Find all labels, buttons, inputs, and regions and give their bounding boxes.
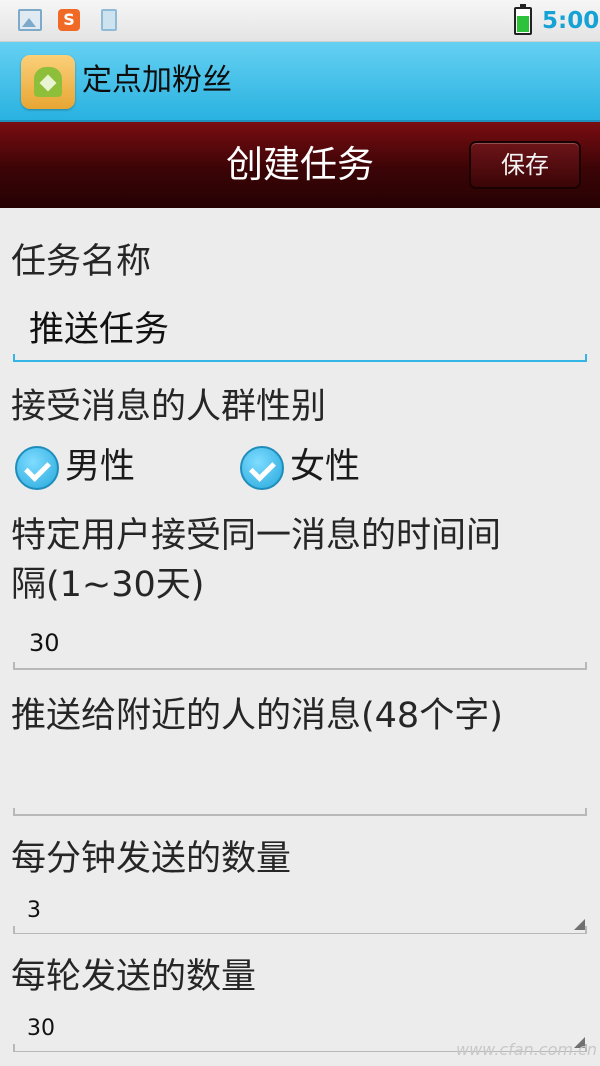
per-minute-value: 3 (27, 898, 41, 923)
per-minute-label: 每分钟发送的数量 (11, 839, 292, 879)
female-checkbox[interactable]: 女性 (240, 442, 420, 492)
checkbox-checked-icon (240, 446, 284, 490)
dropdown-corner-icon (574, 919, 585, 930)
status-clock: 5:00 (542, 8, 600, 34)
save-button[interactable]: 保存 (469, 141, 581, 189)
gallery-icon (18, 9, 42, 31)
per-round-value: 30 (27, 1016, 55, 1041)
interval-input[interactable]: 30 (13, 618, 587, 670)
male-checkbox[interactable]: 男性 (15, 442, 195, 492)
task-name-input[interactable]: 推送任务 (13, 298, 587, 362)
interval-label-line1: 特定用户接受同一消息的时间间 (11, 516, 502, 556)
task-name-value: 推送任务 (29, 310, 170, 350)
task-name-label: 任务名称 (11, 242, 152, 282)
clipboard-icon (101, 9, 117, 31)
battery-icon (514, 4, 532, 35)
checkbox-checked-icon (15, 446, 59, 490)
male-checkbox-label: 男性 (65, 447, 136, 487)
status-bar: S 5:00 (0, 0, 600, 42)
message-label: 推送给附近的人的消息(48个字) (11, 696, 503, 736)
female-checkbox-label: 女性 (290, 447, 361, 487)
message-input[interactable] (13, 750, 587, 816)
per-minute-select[interactable]: 3 (13, 890, 587, 934)
app-action-bar: 定点加粉丝 (0, 42, 600, 122)
gender-label: 接受消息的人群性别 (11, 387, 327, 427)
interval-value: 30 (29, 629, 60, 657)
android-app-icon[interactable] (21, 55, 75, 109)
sogou-ime-icon: S (58, 9, 80, 31)
page-header: 创建任务 保存 (0, 122, 600, 208)
watermark: www.cfan.com.cn (456, 1040, 597, 1059)
interval-label-line2: 隔(1~30天) (11, 565, 205, 605)
app-title: 定点加粉丝 (82, 63, 232, 98)
per-round-label: 每轮发送的数量 (11, 957, 257, 997)
